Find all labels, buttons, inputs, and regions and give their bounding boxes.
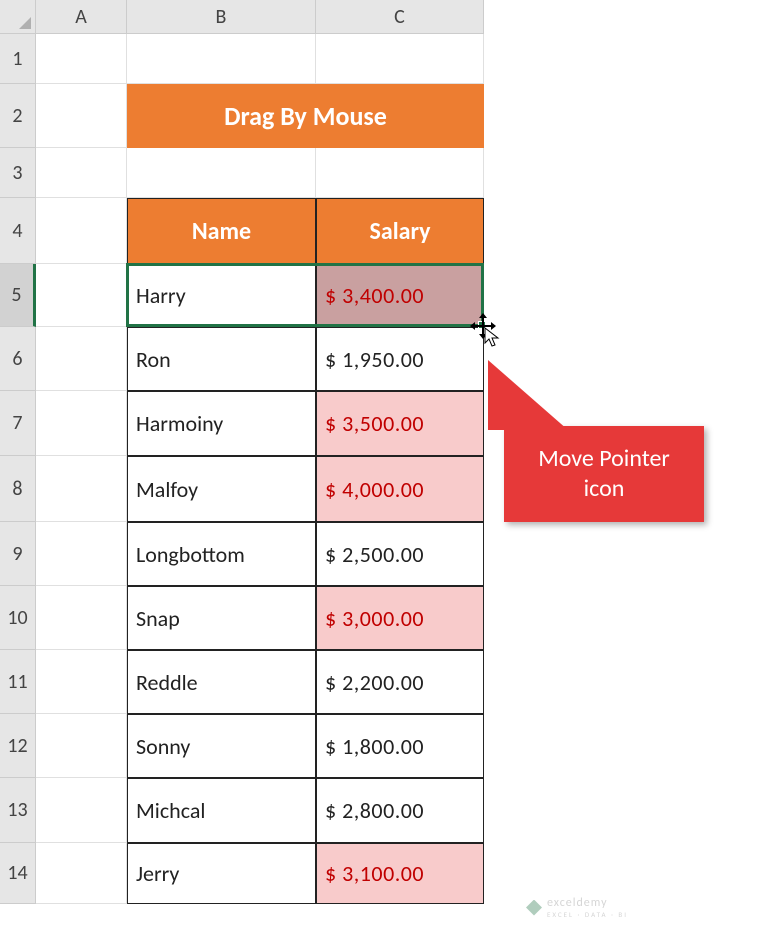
name-cell[interactable]: Ron [127, 327, 316, 391]
cell-A9[interactable] [36, 522, 127, 586]
cell-A8[interactable] [36, 456, 127, 522]
salary-cell[interactable]: $ 3,400.00 [316, 264, 484, 327]
name-cell[interactable]: Jerry [127, 843, 316, 904]
cell-C3[interactable] [316, 148, 484, 198]
select-all-corner[interactable] [0, 0, 36, 34]
header-name[interactable]: Name [127, 198, 316, 264]
cell-A2[interactable] [36, 84, 127, 148]
cell-A3[interactable] [36, 148, 127, 198]
col-header-C[interactable]: C [316, 0, 484, 34]
name-cell[interactable]: Harmoiny [127, 391, 316, 456]
cell-A7[interactable] [36, 391, 127, 456]
callout-line1: Move Pointer [538, 444, 670, 473]
cell-A12[interactable] [36, 714, 127, 778]
salary-cell[interactable]: $ 3,500.00 [316, 391, 484, 456]
row-header-4[interactable]: 4 [0, 198, 36, 264]
header-salary[interactable]: Salary [316, 198, 484, 264]
cell-C1[interactable] [316, 34, 484, 84]
salary-cell[interactable]: $ 2,800.00 [316, 778, 484, 843]
row-header-12[interactable]: 12 [0, 714, 36, 778]
salary-cell[interactable]: $ 1,800.00 [316, 714, 484, 778]
salary-cell[interactable]: $ 3,000.00 [316, 586, 484, 650]
salary-cell[interactable]: $ 1,950.00 [316, 327, 484, 391]
name-cell[interactable]: Harry [127, 264, 316, 327]
row-header-9[interactable]: 9 [0, 522, 36, 586]
name-cell[interactable]: Malfoy [127, 456, 316, 522]
salary-cell[interactable]: $ 2,200.00 [316, 650, 484, 714]
column-headers: A B C [36, 0, 484, 34]
row-headers: 1234567891011121314 [0, 34, 36, 904]
title-cell[interactable]: Drag By Mouse [127, 84, 484, 148]
row-header-10[interactable]: 10 [0, 586, 36, 650]
cell-A11[interactable] [36, 650, 127, 714]
watermark: exceldemy EXCEL · DATA · BI [526, 896, 628, 919]
row-header-1[interactable]: 1 [0, 34, 36, 84]
cell-A6[interactable] [36, 327, 127, 391]
row-header-6[interactable]: 6 [0, 327, 36, 391]
cell-A14[interactable] [36, 843, 127, 904]
row-header-11[interactable]: 11 [0, 650, 36, 714]
row-header-7[interactable]: 7 [0, 391, 36, 456]
name-cell[interactable]: Longbottom [127, 522, 316, 586]
col-header-A[interactable]: A [36, 0, 127, 34]
cell-A4[interactable] [36, 198, 127, 264]
cell-A1[interactable] [36, 34, 127, 84]
salary-cell[interactable]: $ 2,500.00 [316, 522, 484, 586]
watermark-tagline: EXCEL · DATA · BI [547, 910, 628, 919]
callout-line2: icon [584, 474, 625, 503]
salary-cell[interactable]: $ 3,100.00 [316, 843, 484, 904]
row-header-3[interactable]: 3 [0, 148, 36, 198]
name-cell[interactable]: Reddle [127, 650, 316, 714]
cell-A13[interactable] [36, 778, 127, 843]
watermark-logo-icon [526, 900, 542, 916]
name-cell[interactable]: Sonny [127, 714, 316, 778]
row-header-8[interactable]: 8 [0, 456, 36, 522]
row-header-13[interactable]: 13 [0, 778, 36, 843]
name-cell[interactable]: Michcal [127, 778, 316, 843]
row-header-5[interactable]: 5 [0, 264, 36, 327]
annotation-callout: Move Pointer icon [504, 426, 704, 522]
cell-B3[interactable] [127, 148, 316, 198]
name-cell[interactable]: Snap [127, 586, 316, 650]
row-header-14[interactable]: 14 [0, 843, 36, 904]
col-header-B[interactable]: B [127, 0, 316, 34]
cell-A10[interactable] [36, 586, 127, 650]
cell-B1[interactable] [127, 34, 316, 84]
row-header-2[interactable]: 2 [0, 84, 36, 148]
cell-A5[interactable] [36, 264, 127, 327]
spreadsheet-grid[interactable]: Drag By Mouse NameSalaryHarry$ 3,400.00Ro… [36, 34, 484, 904]
watermark-brand: exceldemy [547, 896, 608, 910]
callout-pointer [488, 360, 568, 430]
salary-cell[interactable]: $ 4,000.00 [316, 456, 484, 522]
